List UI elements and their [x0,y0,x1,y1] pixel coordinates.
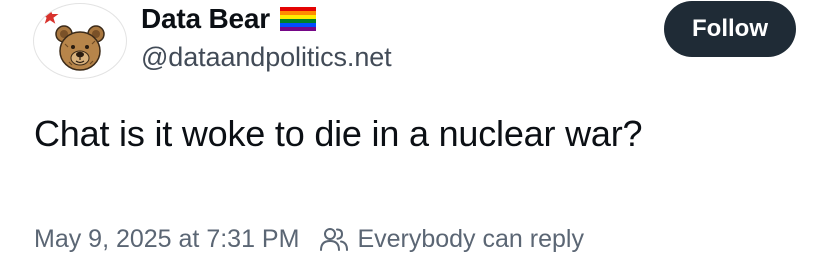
author-name-row: Data Bear [141,2,316,36]
post-timestamp[interactable]: May 9, 2025 at 7:31 PM [34,225,299,254]
post-text: Chat is it woke to die in a nuclear war? [34,113,643,154]
author-handle[interactable]: @dataandpolitics.net [141,42,392,73]
rainbow-flag-icon [279,7,316,31]
bear-avatar-icon [41,8,105,71]
follow-button[interactable]: Follow [664,1,796,57]
author-avatar[interactable] [33,3,127,79]
post-card: Data Bear @dataandpolitics.net Follow Ch… [0,0,827,275]
post-meta: May 9, 2025 at 7:31 PM Everybody can rep… [34,222,584,256]
people-icon [319,226,349,252]
author-display-name[interactable]: Data Bear [141,3,270,35]
reply-setting[interactable]: Everybody can reply [357,225,584,254]
